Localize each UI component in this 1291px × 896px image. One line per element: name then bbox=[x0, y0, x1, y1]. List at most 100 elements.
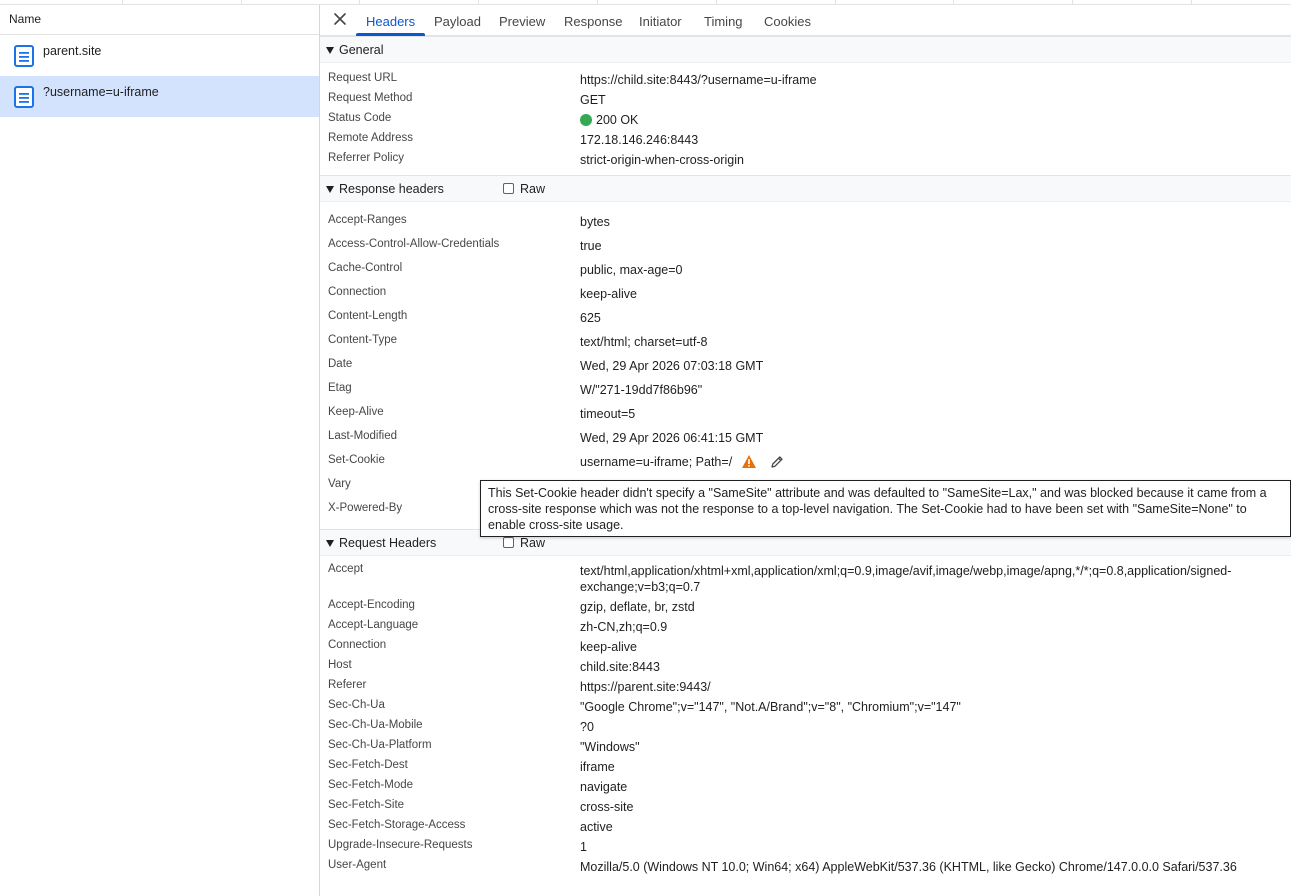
section-title: Response headers bbox=[339, 182, 444, 196]
tab-initiator[interactable]: Initiator bbox=[639, 14, 682, 29]
header-value: Mozilla/5.0 (Windows NT 10.0; Win64; x64… bbox=[580, 860, 1237, 874]
close-icon[interactable] bbox=[332, 11, 348, 27]
triangle-down-icon bbox=[326, 46, 334, 54]
header-value: strict-origin-when-cross-origin bbox=[580, 153, 744, 167]
detail-tabs: Headers Payload Preview Response Initiat… bbox=[320, 5, 1291, 36]
header-name: Etag bbox=[328, 382, 352, 394]
header-name: Request Method bbox=[328, 92, 413, 104]
header-name: Last-Modified bbox=[328, 430, 398, 442]
header-name: Accept bbox=[328, 563, 364, 575]
header-value: keep-alive bbox=[580, 640, 637, 654]
header-name: Status Code bbox=[328, 112, 392, 124]
header-name: Sec-Ch-Ua-Mobile bbox=[328, 719, 423, 731]
section-title: General bbox=[339, 43, 384, 57]
header-value: cross-site bbox=[580, 800, 634, 814]
raw-toggle[interactable]: Raw bbox=[503, 536, 545, 550]
header-value: Wed, 29 Apr 2026 06:41:15 GMT bbox=[580, 431, 764, 445]
header-value: 172.18.146.246:8443 bbox=[580, 133, 699, 147]
header-name: Accept-Ranges bbox=[328, 214, 407, 226]
header-value: active bbox=[580, 820, 613, 834]
header-value: child.site:8443 bbox=[580, 660, 660, 674]
samesite-warning-tooltip: This Set-Cookie header didn't specify a … bbox=[480, 480, 1291, 537]
header-name: X-Powered-By bbox=[328, 502, 403, 514]
header-value: https://parent.site:9443/ bbox=[580, 680, 711, 694]
section-title: Request Headers bbox=[339, 536, 437, 550]
header-name: Keep-Alive bbox=[328, 406, 384, 418]
header-value: Wed, 29 Apr 2026 07:03:18 GMT bbox=[580, 359, 764, 373]
header-value: https://child.site:8443/?username=u-ifra… bbox=[580, 73, 817, 87]
triangle-down-icon bbox=[326, 185, 334, 193]
warning-icon[interactable] bbox=[741, 454, 757, 469]
header-name: Sec-Fetch-Dest bbox=[328, 759, 408, 771]
header-value: GET bbox=[580, 93, 606, 107]
request-row-parent-site[interactable]: parent.site bbox=[0, 35, 319, 76]
header-value: "Google Chrome";v="147", "Not.A/Brand";v… bbox=[580, 700, 961, 714]
header-value: bytes bbox=[580, 215, 610, 229]
header-name: User-Agent bbox=[328, 859, 387, 871]
header-name: Set-Cookie bbox=[328, 454, 385, 466]
raw-label: Raw bbox=[520, 536, 546, 550]
tab-preview[interactable]: Preview bbox=[499, 14, 545, 29]
header-name: Sec-Fetch-Mode bbox=[328, 779, 414, 791]
header-value: gzip, deflate, br, zstd bbox=[580, 600, 695, 614]
tab-response[interactable]: Response bbox=[564, 14, 623, 29]
request-details-panel: Headers Payload Preview Response Initiat… bbox=[320, 5, 1291, 896]
header-name: Connection bbox=[328, 286, 387, 298]
general-section-header[interactable]: General bbox=[320, 36, 1291, 63]
header-name: Vary bbox=[328, 478, 351, 490]
header-name: Sec-Fetch-Site bbox=[328, 799, 405, 811]
raw-toggle[interactable]: Raw bbox=[503, 182, 545, 196]
header-value-set-cookie: username=u-iframe; Path=/ bbox=[580, 454, 1284, 470]
raw-checkbox[interactable] bbox=[503, 183, 514, 194]
header-name: Content-Length bbox=[328, 310, 408, 322]
header-value: iframe bbox=[580, 760, 615, 774]
header-name: Accept-Language bbox=[328, 619, 419, 631]
status-text: 200 OK bbox=[596, 113, 639, 127]
header-value: navigate bbox=[580, 780, 628, 794]
request-name: parent.site bbox=[43, 44, 102, 58]
header-value: timeout=5 bbox=[580, 407, 636, 421]
request-name: ?username=u-iframe bbox=[43, 85, 159, 99]
header-value: zh-CN,zh;q=0.9 bbox=[580, 620, 668, 634]
header-name: Accept-Encoding bbox=[328, 599, 415, 611]
header-name: Request URL bbox=[328, 72, 398, 84]
header-name: Connection bbox=[328, 639, 387, 651]
header-name: Sec-Ch-Ua bbox=[328, 699, 385, 711]
header-name: Access-Control-Allow-Credentials bbox=[328, 238, 500, 250]
name-column-header[interactable]: Name bbox=[0, 5, 319, 35]
header-value: keep-alive bbox=[580, 287, 637, 301]
document-icon bbox=[14, 86, 34, 108]
raw-checkbox[interactable] bbox=[503, 537, 514, 548]
header-name: Cache-Control bbox=[328, 262, 403, 274]
triangle-down-icon bbox=[326, 539, 334, 547]
header-value: 1 bbox=[580, 840, 587, 854]
header-name: Sec-Ch-Ua-Platform bbox=[328, 739, 432, 751]
response-headers-section-header[interactable]: Response headers Raw bbox=[320, 175, 1291, 202]
raw-label: Raw bbox=[520, 182, 546, 196]
header-name: Referrer Policy bbox=[328, 152, 405, 164]
tab-payload[interactable]: Payload bbox=[434, 14, 481, 29]
tab-headers[interactable]: Headers bbox=[366, 14, 415, 29]
header-value: public, max-age=0 bbox=[580, 263, 683, 277]
header-name: Referer bbox=[328, 679, 367, 691]
header-name: Host bbox=[328, 659, 352, 671]
header-name: Upgrade-Insecure-Requests bbox=[328, 839, 473, 851]
header-name: Date bbox=[328, 358, 353, 370]
header-value: text/html; charset=utf-8 bbox=[580, 335, 708, 349]
header-value: text/html,application/xhtml+xml,applicat… bbox=[580, 564, 1232, 594]
edit-pencil-icon[interactable] bbox=[770, 455, 784, 469]
document-icon bbox=[14, 45, 34, 67]
header-value-status: 200 OK bbox=[580, 112, 1284, 128]
tab-timing[interactable]: Timing bbox=[704, 14, 743, 29]
header-value: W/"271-19dd7f86b96" bbox=[580, 383, 703, 397]
tab-cookies[interactable]: Cookies bbox=[764, 14, 811, 29]
header-name: Remote Address bbox=[328, 132, 414, 144]
header-name: Sec-Fetch-Storage-Access bbox=[328, 819, 466, 831]
set-cookie-value: username=u-iframe; Path=/ bbox=[580, 455, 733, 469]
header-value: 625 bbox=[580, 311, 601, 325]
status-ok-icon bbox=[580, 114, 592, 126]
header-value: "Windows" bbox=[580, 740, 640, 754]
request-list-panel: Name parent.site ?username=u-iframe bbox=[0, 5, 320, 896]
header-name: Content-Type bbox=[328, 334, 398, 346]
request-row-username-iframe[interactable]: ?username=u-iframe bbox=[0, 76, 319, 117]
